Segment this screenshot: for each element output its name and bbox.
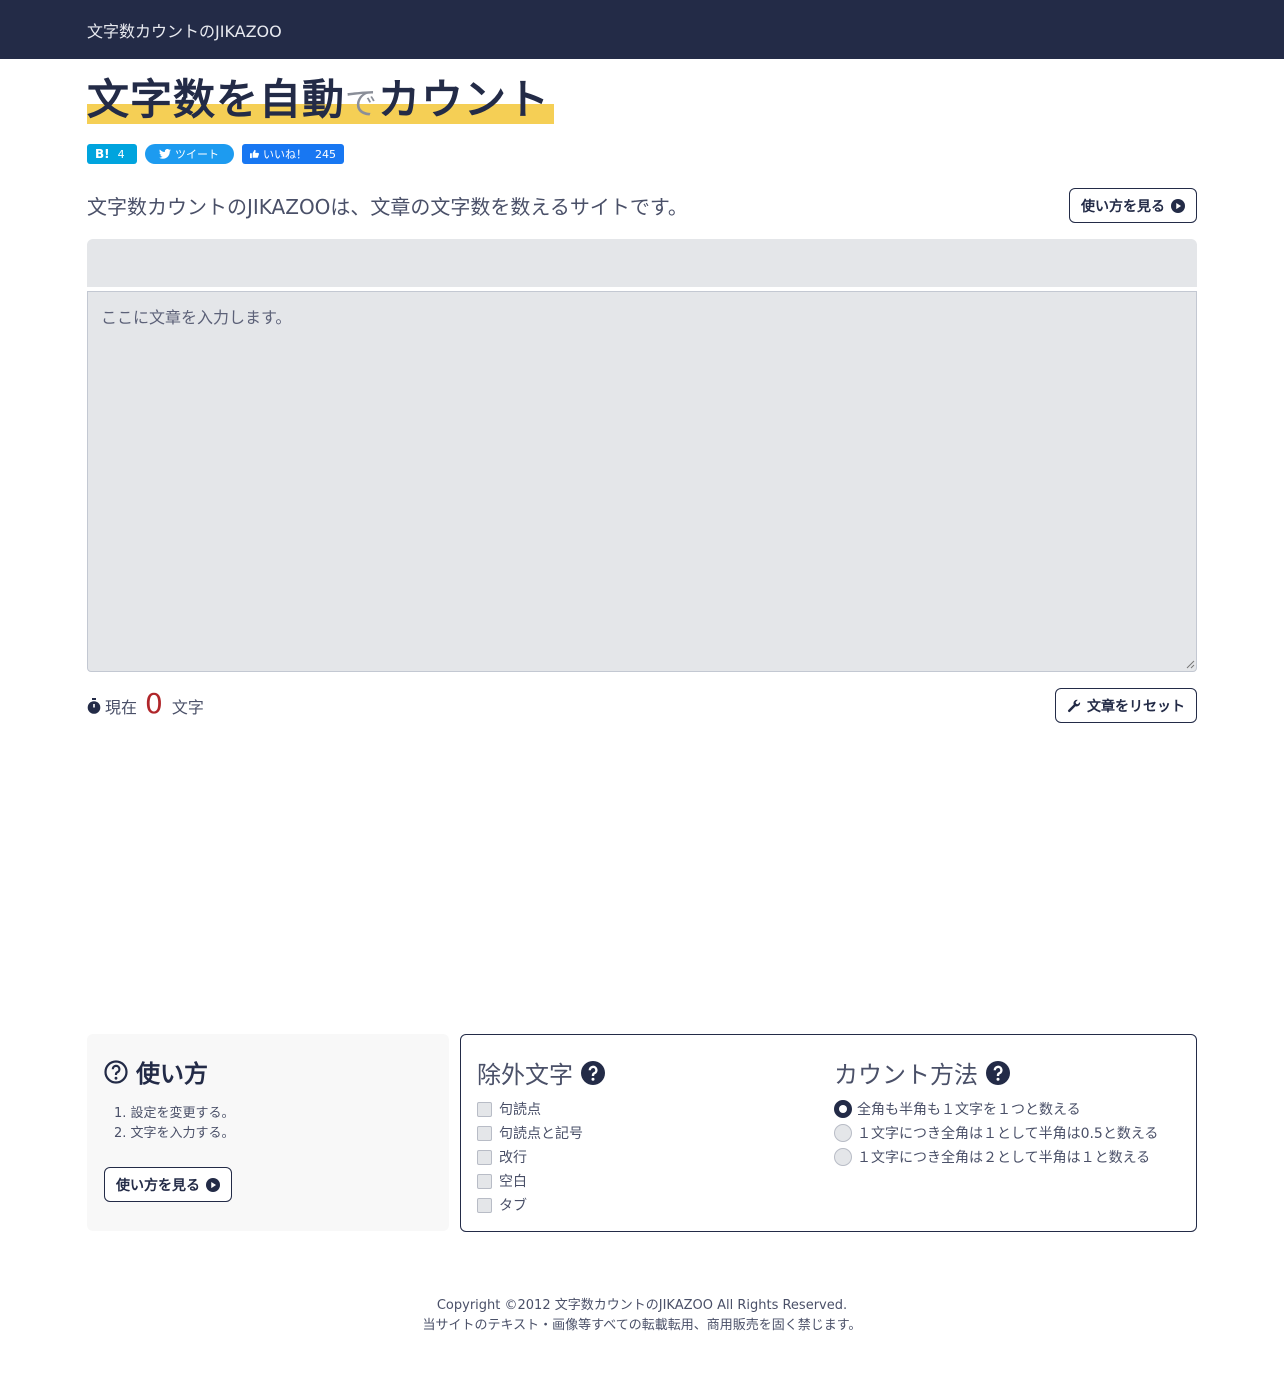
tweet-button[interactable]: ツイート [145,144,234,164]
brand-link[interactable]: 文字数カウントのJIKAZOO [87,18,282,42]
checkbox[interactable] [477,1173,492,1189]
checkbox[interactable] [477,1125,492,1141]
facebook-like-button[interactable]: いいね！ 245 [242,144,344,164]
title-part-3: カウント [378,75,551,124]
hatena-count: 4 [117,147,125,161]
radio-button[interactable] [834,1148,852,1166]
help-step: 2. 文字を入力する。 [114,1126,235,1141]
intro-text: 文字数カウントのJIKAZOOは、文章の文字数を数えるサイトです。 [87,195,688,219]
like-label: いいね！ [263,148,307,161]
like-count: 245 [315,147,336,161]
option-label: １文字につき全角は１として半角は0.5と数える [857,1126,1159,1142]
play-circle-icon [206,1177,220,1192]
checkbox[interactable] [477,1101,492,1117]
question-circle-icon [104,1059,128,1084]
text-input[interactable] [87,291,1197,672]
count-method-title-text: カウント方法 [834,1061,978,1089]
help-steps: 1. 設定を変更する。 2. 文字を入力する。 [114,1104,235,1144]
counter-suffix: 文字 [171,698,204,717]
editor-toolbar [87,239,1197,287]
exclude-option-tab[interactable]: タブ [477,1193,583,1217]
howto-button-top[interactable]: 使い方を見る [1069,188,1197,223]
help-title: 使い方 [104,1054,208,1089]
howto-button-bottom-label: 使い方を見る [116,1177,200,1194]
exclude-title: 除外文字 [477,1055,605,1090]
tweet-label: ツイート [175,148,219,161]
count-method-options: 全角も半角も１文字を１つと数える １文字につき全角は１として半角は0.5と数える… [834,1097,1158,1169]
option-label: 句読点 [499,1102,541,1118]
radio-button[interactable] [834,1100,852,1118]
exclude-title-text: 除外文字 [477,1061,573,1089]
checkbox[interactable] [477,1197,492,1213]
navbar: 文字数カウントのJIKAZOO [0,0,1284,59]
resize-grip-icon[interactable] [1186,660,1195,669]
character-counter: 現在 0 文字 [87,686,204,724]
wrench-icon [1067,699,1081,712]
option-label: １文字につき全角は２として半角は１と数える [857,1150,1151,1166]
hatena-bookmark-button[interactable]: B! 4 [87,144,137,164]
footer-notice: 当サイトのテキスト・画像等すべての転載転用、商用販売を固く禁じます。 [422,1318,862,1333]
option-label: 改行 [499,1150,527,1166]
option-label: 空白 [499,1174,527,1190]
reset-button[interactable]: 文章をリセット [1055,688,1197,723]
thumbs-up-icon [250,149,259,159]
count-option-double[interactable]: １文字につき全角は２として半角は１と数える [834,1145,1158,1169]
exclude-option-punctuation[interactable]: 句読点 [477,1097,583,1121]
count-option-equal[interactable]: 全角も半角も１文字を１つと数える [834,1097,1158,1121]
option-label: 句読点と記号 [499,1126,583,1142]
checkbox[interactable] [477,1149,492,1165]
question-circle-icon[interactable] [986,1060,1010,1085]
count-method-title: カウント方法 [834,1055,1010,1090]
settings-card: 除外文字 句読点 句読点と記号 改行 空白 タブ カウント方法 全角も半角も１文… [460,1034,1197,1232]
title-part-2: で [345,84,379,122]
reset-button-label: 文章をリセット [1087,698,1185,715]
twitter-bird-icon [159,149,171,159]
help-step: 1. 設定を変更する。 [114,1106,235,1121]
count-option-half[interactable]: １文字につき全角は１として半角は0.5と数える [834,1121,1158,1145]
option-label: タブ [499,1198,527,1214]
hatena-icon: B! [95,147,110,161]
character-count: 0 [145,686,163,720]
counter-prefix: 現在 [105,698,138,717]
footer: Copyright ©2012 文字数カウントのJIKAZOO All Righ… [0,1296,1284,1336]
exclude-option-space[interactable]: 空白 [477,1169,583,1193]
question-circle-icon[interactable] [581,1060,605,1085]
option-label: 全角も半角も１文字を１つと数える [857,1102,1081,1118]
radio-button[interactable] [834,1124,852,1142]
exclude-option-punctuation-symbols[interactable]: 句読点と記号 [477,1121,583,1145]
howto-button-label: 使い方を見る [1081,198,1165,215]
play-circle-icon [1171,198,1185,213]
page-title: 文字数を自動でカウント [87,72,555,124]
stopwatch-icon [87,698,101,714]
exclude-options: 句読点 句読点と記号 改行 空白 タブ [477,1097,583,1217]
exclude-option-newline[interactable]: 改行 [477,1145,583,1169]
howto-button-bottom[interactable]: 使い方を見る [104,1167,232,1202]
help-title-text: 使い方 [136,1060,208,1088]
title-part-1: 文字数を自動 [87,75,346,124]
copyright: Copyright ©2012 文字数カウントのJIKAZOO All Righ… [436,1298,848,1313]
